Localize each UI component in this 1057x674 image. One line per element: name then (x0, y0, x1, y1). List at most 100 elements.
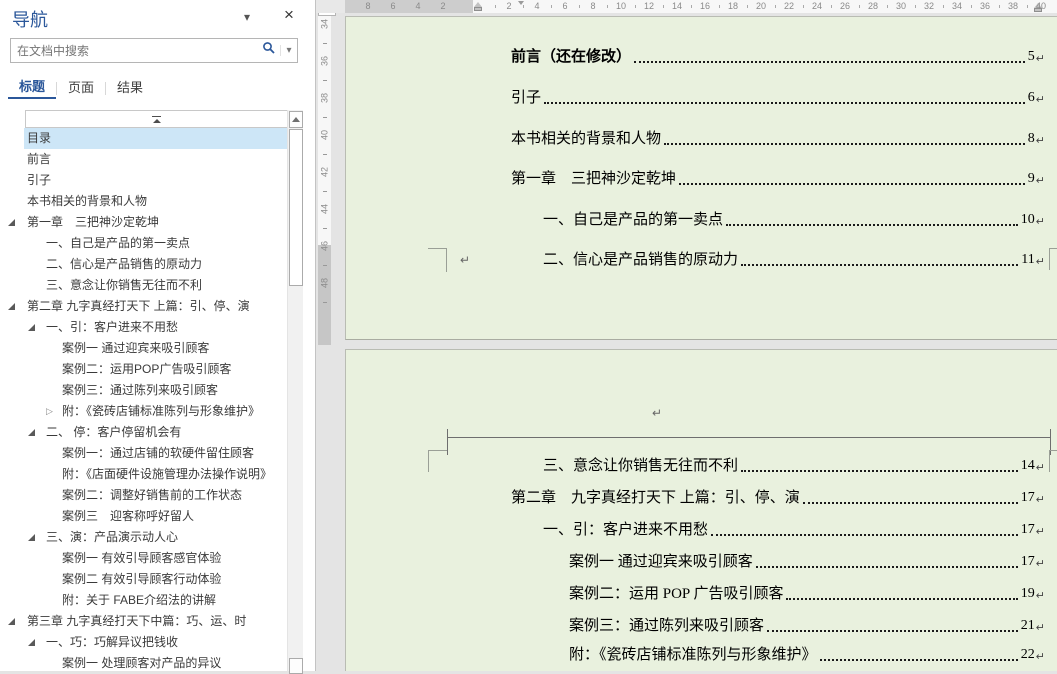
scroll-up-button[interactable] (289, 111, 303, 128)
toc-entry-text: 二、信心是产品销售的原动力 (543, 250, 738, 270)
document-area: L 86422468101214161820222426283032343638… (316, 0, 1057, 671)
toc-entry[interactable]: 本书相关的背景和人物8↵ (511, 129, 1045, 149)
ruler-number: 48 (320, 277, 330, 290)
nav-item-label: 案例三：通过陈列来吸引顾客 (24, 380, 218, 401)
toc-entry-text: 案例一 通过迎宾来吸引顾客 (569, 552, 753, 572)
ruler-tick (495, 5, 496, 8)
collapse-triangle-icon[interactable] (28, 534, 35, 541)
nav-item-label: 一、巧：巧解异议把钱收 (24, 632, 178, 653)
nav-item[interactable]: 案例一：通过店铺的软硬件留住顾客 (24, 443, 287, 464)
search-input[interactable] (11, 44, 258, 58)
nav-item[interactable]: 第一章 三把神沙定乾坤 (24, 212, 287, 233)
search-icon[interactable] (258, 41, 280, 60)
ruler-number: 16 (700, 1, 710, 11)
nav-scrollbar[interactable] (287, 110, 303, 671)
ruler-number: 4 (534, 1, 539, 11)
nav-item[interactable]: 三、演：产品演示动人心 (24, 527, 287, 548)
nav-item[interactable]: 前言 (24, 149, 287, 170)
scroll-down-button[interactable] (289, 658, 303, 674)
nav-options-chevron-icon[interactable]: ▾ (244, 10, 250, 24)
nav-item-label: 一、自己是产品的第一卖点 (24, 233, 190, 254)
document-page-1[interactable]: ↵ 前言（还在修改）5↵ 引子6↵ 本书相关的背景和人物8↵ 第一章 三把神沙定乾坤9… (345, 16, 1057, 340)
nav-item[interactable]: 一、巧：巧解异议把钱收 (24, 632, 287, 653)
ruler-number: 28 (868, 1, 878, 11)
toc-dot-leader (756, 566, 1018, 568)
expand-triangle-icon[interactable]: ▷ (46, 404, 53, 418)
nav-item[interactable]: 三、意念让你销售无往而不利 (24, 275, 287, 296)
toc-entry[interactable]: 案例一 通过迎宾来吸引顾客17↵ (569, 552, 1045, 572)
ruler-number: 4 (415, 1, 420, 11)
nav-tab-headings[interactable]: 标题 (8, 78, 56, 99)
search-dropdown-chevron-icon[interactable]: ▾ (280, 45, 297, 56)
collapse-triangle-icon[interactable] (8, 618, 15, 625)
nav-item[interactable]: 附：关于 FABE介绍法的讲解 (24, 590, 287, 611)
toc-entry[interactable]: 前言（还在修改）5↵ (511, 47, 1045, 67)
nav-item[interactable]: 案例二 有效引导顾客行动体验 (24, 569, 287, 590)
nav-item[interactable]: 本书相关的背景和人物 (24, 191, 287, 212)
nav-item[interactable]: 案例一 处理顾客对产品的异议 (24, 653, 287, 671)
toc-dot-leader (664, 143, 1025, 145)
nav-item[interactable]: 案例二：调整好销售前的工作状态 (24, 485, 287, 506)
paragraph-return-mark: ↵ (1036, 524, 1045, 540)
nav-item[interactable]: 二、信心是产品销售的原动力 (24, 254, 287, 275)
ruler-tick (971, 5, 972, 8)
ruler-tick (323, 265, 327, 266)
nav-item[interactable]: 第二章 九字真经打天下 上篇：引、停、演 (24, 296, 287, 317)
paragraph-return-mark: ↵ (652, 406, 662, 420)
collapse-triangle-icon[interactable] (28, 324, 35, 331)
toc-entry[interactable]: 二、信心是产品销售的原动力11↵ (543, 250, 1045, 270)
toc-entry[interactable]: 引子6↵ (511, 88, 1045, 108)
nav-item[interactable]: 一、引：客户进来不用愁 (24, 317, 287, 338)
nav-item[interactable]: 目录 (24, 128, 287, 149)
nav-item[interactable]: ▷附：《瓷砖店铺标准陈列与形象维护》 (24, 401, 287, 422)
nav-item[interactable]: 案例三：通过陈列来吸引顾客 (24, 380, 287, 401)
nav-item[interactable]: 二、 停：客户停留机会有 (24, 422, 287, 443)
nav-tab-pages[interactable]: 页面 (57, 79, 105, 98)
nav-item[interactable]: 一、自己是产品的第一卖点 (24, 233, 287, 254)
ruler-number: 36 (980, 1, 990, 11)
nav-item-label: 案例一 有效引导顾客感官体验 (24, 548, 221, 569)
document-page-2[interactable]: ↵ 三、意念让你销售无往而不利14↵ 第二章 九字真经打天下 上篇：引、停、演17… (345, 349, 1057, 671)
toc-entry[interactable]: 第一章 三把神沙定乾坤9↵ (511, 169, 1045, 189)
nav-item-label: 前言 (24, 149, 51, 170)
toc-page-number: 9 (1028, 169, 1035, 189)
nav-item-label: 第一章 三把神沙定乾坤 (24, 212, 159, 233)
toc-entry[interactable]: 一、引：客户进来不用愁17↵ (543, 520, 1045, 540)
paragraph-return-mark: ↵ (1036, 620, 1045, 636)
nav-item[interactable]: 案例一 通过迎宾来吸引顾客 (24, 338, 287, 359)
horizontal-ruler: 8642246810121416182022242628303234363840 (316, 0, 1057, 13)
nav-item-label: 附：《瓷砖店铺标准陈列与形象维护》 (24, 401, 260, 422)
text-boundary-mark (1049, 248, 1057, 249)
paragraph-return-mark: ↵ (1036, 92, 1045, 108)
hanging-indent-marker[interactable] (474, 2, 482, 11)
scrollbar-thumb[interactable] (289, 129, 303, 286)
nav-close-icon[interactable]: × (284, 5, 294, 25)
collapse-triangle-icon[interactable] (28, 639, 35, 646)
collapse-triangle-icon[interactable] (8, 303, 15, 310)
toc-entry[interactable]: 第二章 九字真经打天下 上篇：引、停、演17↵ (511, 488, 1045, 508)
toc-entry[interactable]: 附：《瓷砖店铺标准陈列与形象维护》22↵ (569, 645, 1045, 665)
nav-item[interactable]: 案例二：运用POP广告吸引顾客 (24, 359, 287, 380)
ruler-number: 44 (320, 203, 330, 216)
nav-item-label: 二、信心是产品销售的原动力 (24, 254, 202, 275)
nav-item-label: 案例一 处理顾客对产品的异议 (24, 653, 221, 671)
nav-item[interactable]: 第三章 九字真经打天下中篇：巧、运、时 (24, 611, 287, 632)
toc-entry[interactable]: 案例三：通过陈列来吸引顾客21↵ (569, 616, 1045, 636)
toc-dot-leader (767, 630, 1018, 632)
collapse-all-bar[interactable] (25, 110, 288, 128)
nav-item[interactable]: 引子 (24, 170, 287, 191)
nav-item-label: 案例二 有效引导顾客行动体验 (24, 569, 221, 590)
collapse-triangle-icon[interactable] (28, 429, 35, 436)
ruler-number: 34 (952, 1, 962, 11)
collapse-triangle-icon[interactable] (8, 219, 15, 226)
toc-entry[interactable]: 案例二：运用 POP 广告吸引顾客19↵ (569, 584, 1045, 604)
toc-entry[interactable]: 三、意念让你销售无往而不利14↵ (543, 456, 1045, 476)
ruler-tick (523, 5, 524, 8)
nav-item[interactable]: 附：《店面硬件设施管理办法操作说明》 (24, 464, 287, 485)
ruler-tick (323, 43, 327, 44)
toc-entry[interactable]: 一、自己是产品的第一卖点10↵ (543, 210, 1045, 230)
ruler-number: 8 (365, 1, 370, 11)
nav-tab-results[interactable]: 结果 (106, 79, 154, 98)
nav-item[interactable]: 案例三 迎客称呼好留人 (24, 506, 287, 527)
nav-item[interactable]: 案例一 有效引导顾客感官体验 (24, 548, 287, 569)
